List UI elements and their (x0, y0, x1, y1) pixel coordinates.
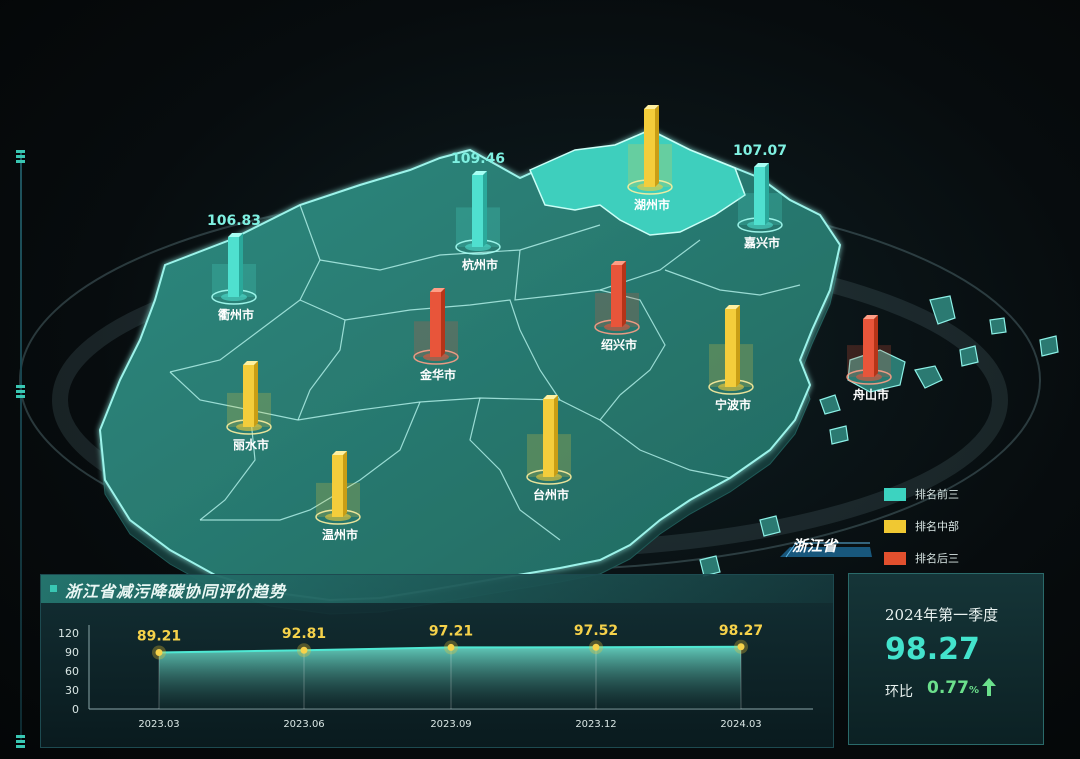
city-value-label: 107.07 (733, 143, 787, 159)
legend-label-top: 排名前三 (915, 488, 959, 501)
city-name-label: 温州市 (322, 527, 358, 542)
y-tick-label: 0 (72, 703, 79, 716)
x-tick-label: 2023.12 (575, 719, 616, 730)
city-bar-side (554, 395, 558, 477)
title-bullet-icon (50, 585, 57, 592)
city-bar-side (736, 305, 740, 387)
arrow-up-icon (982, 678, 996, 696)
stat-change: 0.77% (927, 678, 979, 698)
province-tag: 浙江省 (780, 533, 872, 559)
city-bar-side (239, 233, 243, 297)
city-name-label: 绍兴市 (601, 337, 637, 352)
city-name-label: 杭州市 (462, 257, 498, 272)
data-label: 92.81 (282, 626, 326, 642)
rail-marker-middle[interactable] (16, 385, 25, 388)
legend-swatch-middle (884, 519, 906, 533)
y-tick-label: 60 (65, 665, 79, 678)
stat-value: 98.27 (885, 632, 980, 667)
legend-item-top: 排名前三 (884, 478, 959, 510)
data-label: 89.21 (137, 629, 181, 645)
data-point[interactable] (737, 643, 745, 651)
y-tick-label: 90 (65, 646, 79, 659)
city-name-label: 台州市 (533, 487, 569, 502)
map-legend: 排名前三 排名中部 排名后三 (884, 478, 959, 574)
x-tick-label: 2024.03 (720, 719, 761, 730)
legend-item-middle: 排名中部 (884, 510, 959, 542)
legend-label-bottom: 排名后三 (915, 552, 959, 565)
city-bar (472, 175, 483, 247)
rail-marker-top[interactable] (16, 150, 25, 153)
dashboard: 湖州市 109.46 杭州市 107.07 嘉兴市 106.83 衢州市金华市 绍兴市宁波市 舟… (0, 0, 1080, 759)
trend-title-bar: 浙江省减污降碳协同评价趋势 (41, 575, 833, 603)
stat-change-value: 0.77 (927, 678, 969, 698)
stat-period: 2024年第一季度 (885, 606, 999, 624)
y-tick-label: 30 (65, 684, 79, 697)
trend-panel: 浙江省减污降碳协同评价趋势 0 30 60 90 120 89.21 2023.03 92.8… (40, 574, 834, 748)
city-bar (543, 399, 554, 477)
x-tick-label: 2023.09 (430, 719, 471, 730)
city-name-label: 嘉兴市 (743, 235, 780, 250)
city-value-label: 106.83 (207, 213, 261, 229)
city-bar (754, 167, 765, 225)
rail-marker-bottom[interactable] (16, 735, 25, 738)
legend-swatch-bottom (884, 551, 906, 565)
city-bar (228, 237, 239, 297)
city-bar-side (254, 361, 258, 427)
stat-panel: 2024年第一季度 98.27 环比 0.77% (848, 573, 1044, 745)
x-tick-label: 2023.03 (138, 719, 179, 730)
city-name-label: 金华市 (419, 367, 456, 382)
city-name-label: 湖州市 (634, 197, 670, 212)
trend-title: 浙江省减污降碳协同评价趋势 (65, 582, 287, 601)
city-name-label: 舟山市 (853, 387, 889, 402)
city-bar (611, 265, 622, 327)
city-bar (430, 292, 441, 357)
legend-swatch-top (884, 487, 906, 501)
legend-label-middle: 排名中部 (915, 520, 959, 533)
y-tick-label: 120 (58, 627, 79, 640)
province-name: 浙江省 (792, 537, 838, 555)
city-bar-side (655, 105, 659, 187)
left-rail (20, 150, 22, 740)
city-value-label: 109.46 (451, 151, 505, 167)
data-label: 97.21 (429, 623, 473, 639)
trend-area (159, 646, 741, 709)
stat-change-unit: % (968, 685, 979, 696)
city-bar-side (622, 261, 626, 327)
data-point[interactable] (592, 643, 600, 651)
city-name-label: 宁波市 (715, 397, 751, 412)
city-marker[interactable]: 舟山市 (846, 315, 892, 402)
city-bar (644, 109, 655, 187)
city-name-label: 丽水市 (233, 437, 269, 452)
data-label: 97.52 (574, 623, 618, 639)
x-tick-label: 2023.06 (283, 719, 324, 730)
city-bar (725, 309, 736, 387)
city-bar (332, 455, 343, 517)
legend-item-bottom: 排名后三 (884, 542, 959, 574)
stat-change-label: 环比 (885, 684, 913, 700)
data-point[interactable] (447, 643, 455, 651)
city-bar (863, 319, 874, 377)
city-bar-side (441, 288, 445, 357)
trend-chart: 0 30 60 90 120 89.21 2023.03 92.81 2023.06 97.21 2… (58, 623, 813, 730)
data-point[interactable] (155, 649, 163, 657)
city-name-label: 衢州市 (218, 307, 254, 322)
data-label: 98.27 (719, 623, 763, 639)
data-point[interactable] (300, 646, 308, 654)
city-bar-side (765, 163, 769, 225)
city-bar-side (874, 315, 878, 377)
city-bar-side (343, 451, 347, 517)
city-bar (243, 365, 254, 427)
city-bar-side (483, 171, 487, 247)
